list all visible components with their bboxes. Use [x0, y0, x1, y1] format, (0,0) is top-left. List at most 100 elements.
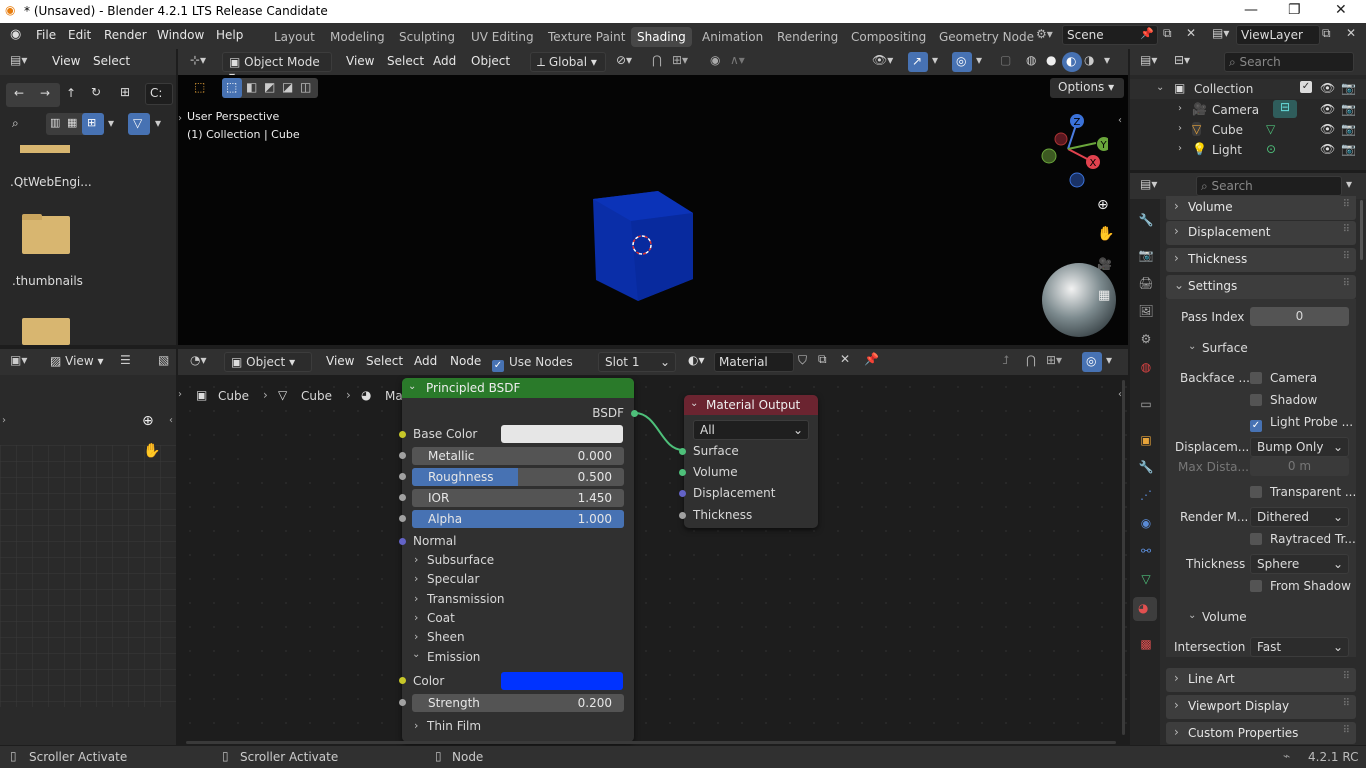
chevron-down-icon[interactable]: ⌄	[1188, 341, 1196, 352]
delete-scene-icon[interactable]: ✕	[1186, 26, 1196, 40]
panel-transmission[interactable]: Transmission	[427, 592, 505, 606]
gizmo-neg-z-icon[interactable]	[1069, 172, 1085, 188]
search-icon[interactable]: ⌕	[12, 116, 19, 131]
collapse-icon[interactable]: ⌄	[1156, 82, 1164, 93]
bsdf-node-header[interactable]: ⌄ Principled BSDF	[402, 378, 634, 398]
delete-view-layer-icon[interactable]: ✕	[1346, 26, 1356, 40]
display-dropdown-icon[interactable]: ▾	[108, 116, 114, 130]
proportional-edit-icon[interactable]: ◉	[710, 53, 720, 67]
maximize-button[interactable]: ❐	[1288, 2, 1301, 18]
render-camera-icon[interactable]: 📷	[1341, 102, 1356, 116]
metallic-socket[interactable]	[399, 452, 406, 459]
section-line-art[interactable]: › Line Art ⠿	[1166, 668, 1356, 692]
section-displacement[interactable]: › Displacement ⠿	[1166, 221, 1356, 245]
new-view-layer-icon[interactable]: ⧉	[1322, 26, 1331, 41]
drag-handle-icon[interactable]: ⠿	[1343, 698, 1350, 709]
tab-sculpting[interactable]: Sculpting	[393, 27, 461, 47]
snap-icon[interactable]: ⋂	[1026, 353, 1036, 367]
ior-slider[interactable]: IOR 1.450	[412, 489, 624, 507]
parent-dir-icon[interactable]: ↑	[66, 86, 76, 100]
visibility-eye-icon[interactable]: 👁	[1320, 81, 1335, 95]
material-browse-icon[interactable]: ◐▾	[688, 353, 705, 367]
backface-shadow-checkbox[interactable]: Shadow	[1250, 393, 1317, 407]
pan-hand-icon[interactable]: ✋	[1097, 226, 1114, 242]
scene-icon[interactable]: ⚙▾	[1036, 27, 1053, 41]
chevron-right-icon[interactable]: ›	[414, 719, 418, 732]
section-viewport-display[interactable]: › Viewport Display ⠿	[1166, 695, 1356, 719]
chevron-right-icon[interactable]: ›	[414, 630, 418, 643]
pin-icon[interactable]: 📌	[1140, 27, 1154, 40]
hamburger-menu-icon[interactable]: ☰	[120, 353, 131, 367]
tab-compositing[interactable]: Compositing	[845, 27, 932, 47]
close-button[interactable]: ✕	[1335, 2, 1347, 18]
orientation-dropdown[interactable]: ⟂ Global ▾	[530, 52, 606, 72]
backface-camera-checkbox[interactable]: Camera	[1250, 371, 1317, 385]
metallic-slider[interactable]: Metallic 0.000	[412, 447, 624, 465]
snap-target-icon[interactable]: ⊞▾	[1046, 353, 1062, 367]
outliner-collection-row[interactable]: ⌄ ▣ Collection ✓ 👁 📷	[1130, 79, 1366, 99]
tab-animation[interactable]: Animation	[696, 27, 769, 47]
data-tab-icon[interactable]: ▽	[1137, 572, 1155, 590]
path-field[interactable]: C:	[145, 83, 173, 105]
panel-coat[interactable]: Coat	[427, 611, 455, 625]
output-target-dropdown[interactable]: All ⌄	[693, 420, 809, 440]
constraints-tab-icon[interactable]: ⚯	[1137, 544, 1155, 562]
pivot-icon[interactable]: ⊘▾	[616, 53, 632, 67]
falloff-icon[interactable]: ∧▾	[730, 53, 745, 67]
chevron-right-icon[interactable]: ›	[414, 553, 418, 566]
node-editor-type-icon[interactable]: ◔▾	[190, 353, 207, 367]
section-settings[interactable]: ⌄ Settings ⠿	[1166, 275, 1356, 299]
grid-view-icon[interactable]: ▦	[1098, 288, 1110, 303]
roughness-socket[interactable]	[399, 473, 406, 480]
overlay-toggle[interactable]: ◎	[952, 52, 972, 72]
snap-target-icon[interactable]: ⊞▾	[672, 53, 688, 67]
rendered-shading-icon[interactable]: ◑	[1084, 53, 1094, 67]
select-invert-icon[interactable]: ◪	[282, 80, 293, 94]
expand-icon[interactable]: ›	[1178, 123, 1182, 134]
tab-geometry-nodes[interactable]: Geometry Node	[933, 27, 1040, 47]
drag-handle-icon[interactable]: ⠿	[1343, 725, 1350, 736]
file-item-qtwebengine[interactable]: .QtWebEngi...	[10, 175, 92, 189]
image-browse-icon[interactable]: ▧	[158, 353, 169, 367]
visibility-eye-icon[interactable]: 👁	[1320, 102, 1335, 116]
displacement-input-socket[interactable]	[679, 490, 686, 497]
panel-emission[interactable]: Emission	[427, 650, 480, 664]
thickness-mode-dropdown[interactable]: Sphere ⌄	[1250, 554, 1349, 574]
back-icon[interactable]: ←	[14, 86, 24, 100]
tab-modeling[interactable]: Modeling	[324, 27, 391, 47]
normal-socket[interactable]	[399, 538, 406, 545]
node-editor-hscrollbar[interactable]	[186, 741, 1116, 744]
material-tab[interactable]: ◕	[1133, 597, 1157, 621]
outliner-row-light[interactable]: › 💡 Light ⊙ 👁 📷	[1130, 140, 1366, 160]
collapse-icon[interactable]: ⌄	[690, 398, 698, 409]
editor-type-icon[interactable]: ▤▾	[10, 53, 27, 67]
render-camera-icon[interactable]: 📷	[1341, 81, 1356, 95]
file-item-thumbnails[interactable]: .thumbnails	[12, 274, 83, 288]
menu-render[interactable]: Render	[104, 28, 147, 42]
options-button[interactable]: Options ▾	[1050, 78, 1124, 98]
drag-handle-icon[interactable]: ⠿	[1343, 278, 1350, 289]
expand-icon[interactable]: ›	[1178, 103, 1182, 114]
snap-icon[interactable]: ⋂	[652, 53, 662, 67]
drag-handle-icon[interactable]: ⠿	[1343, 199, 1350, 210]
sidebar-toggle-icon[interactable]: ‹	[169, 415, 173, 426]
gizmo-dropdown-icon[interactable]: ▾	[932, 53, 938, 67]
outliner-editor-icon[interactable]: ▤▾	[1140, 53, 1157, 67]
viewport-add-menu[interactable]: Add	[433, 54, 456, 68]
menu-file[interactable]: File	[36, 28, 56, 42]
section-thickness[interactable]: › Thickness ⠿	[1166, 248, 1356, 272]
filter-button[interactable]: ▽	[128, 113, 150, 135]
file-browser-view-menu[interactable]: View	[52, 54, 80, 68]
displacement-method-dropdown[interactable]: Bump Only ⌄	[1250, 437, 1349, 457]
mesh-data-icon[interactable]: ▽	[1266, 122, 1275, 136]
thickness-input-socket[interactable]	[679, 512, 686, 519]
node-editor-canvas[interactable]: › ▣ Cube › ▽ Cube › ◕ Material ‹ ⌄ Princ…	[178, 375, 1128, 745]
panel-subsurface[interactable]: Subsurface	[427, 553, 494, 567]
properties-scrollbar[interactable]	[1360, 200, 1363, 260]
select-tool-icon[interactable]: ⬚	[194, 80, 205, 94]
parent-node-tree-icon[interactable]: ⮥	[1002, 353, 1009, 368]
drag-handle-icon[interactable]: ⠿	[1343, 224, 1350, 235]
tool-tab-icon[interactable]: 🔧	[1137, 213, 1155, 231]
chevron-down-icon[interactable]: ⌄	[412, 649, 420, 660]
alpha-slider[interactable]: Alpha 1.000	[412, 510, 624, 528]
